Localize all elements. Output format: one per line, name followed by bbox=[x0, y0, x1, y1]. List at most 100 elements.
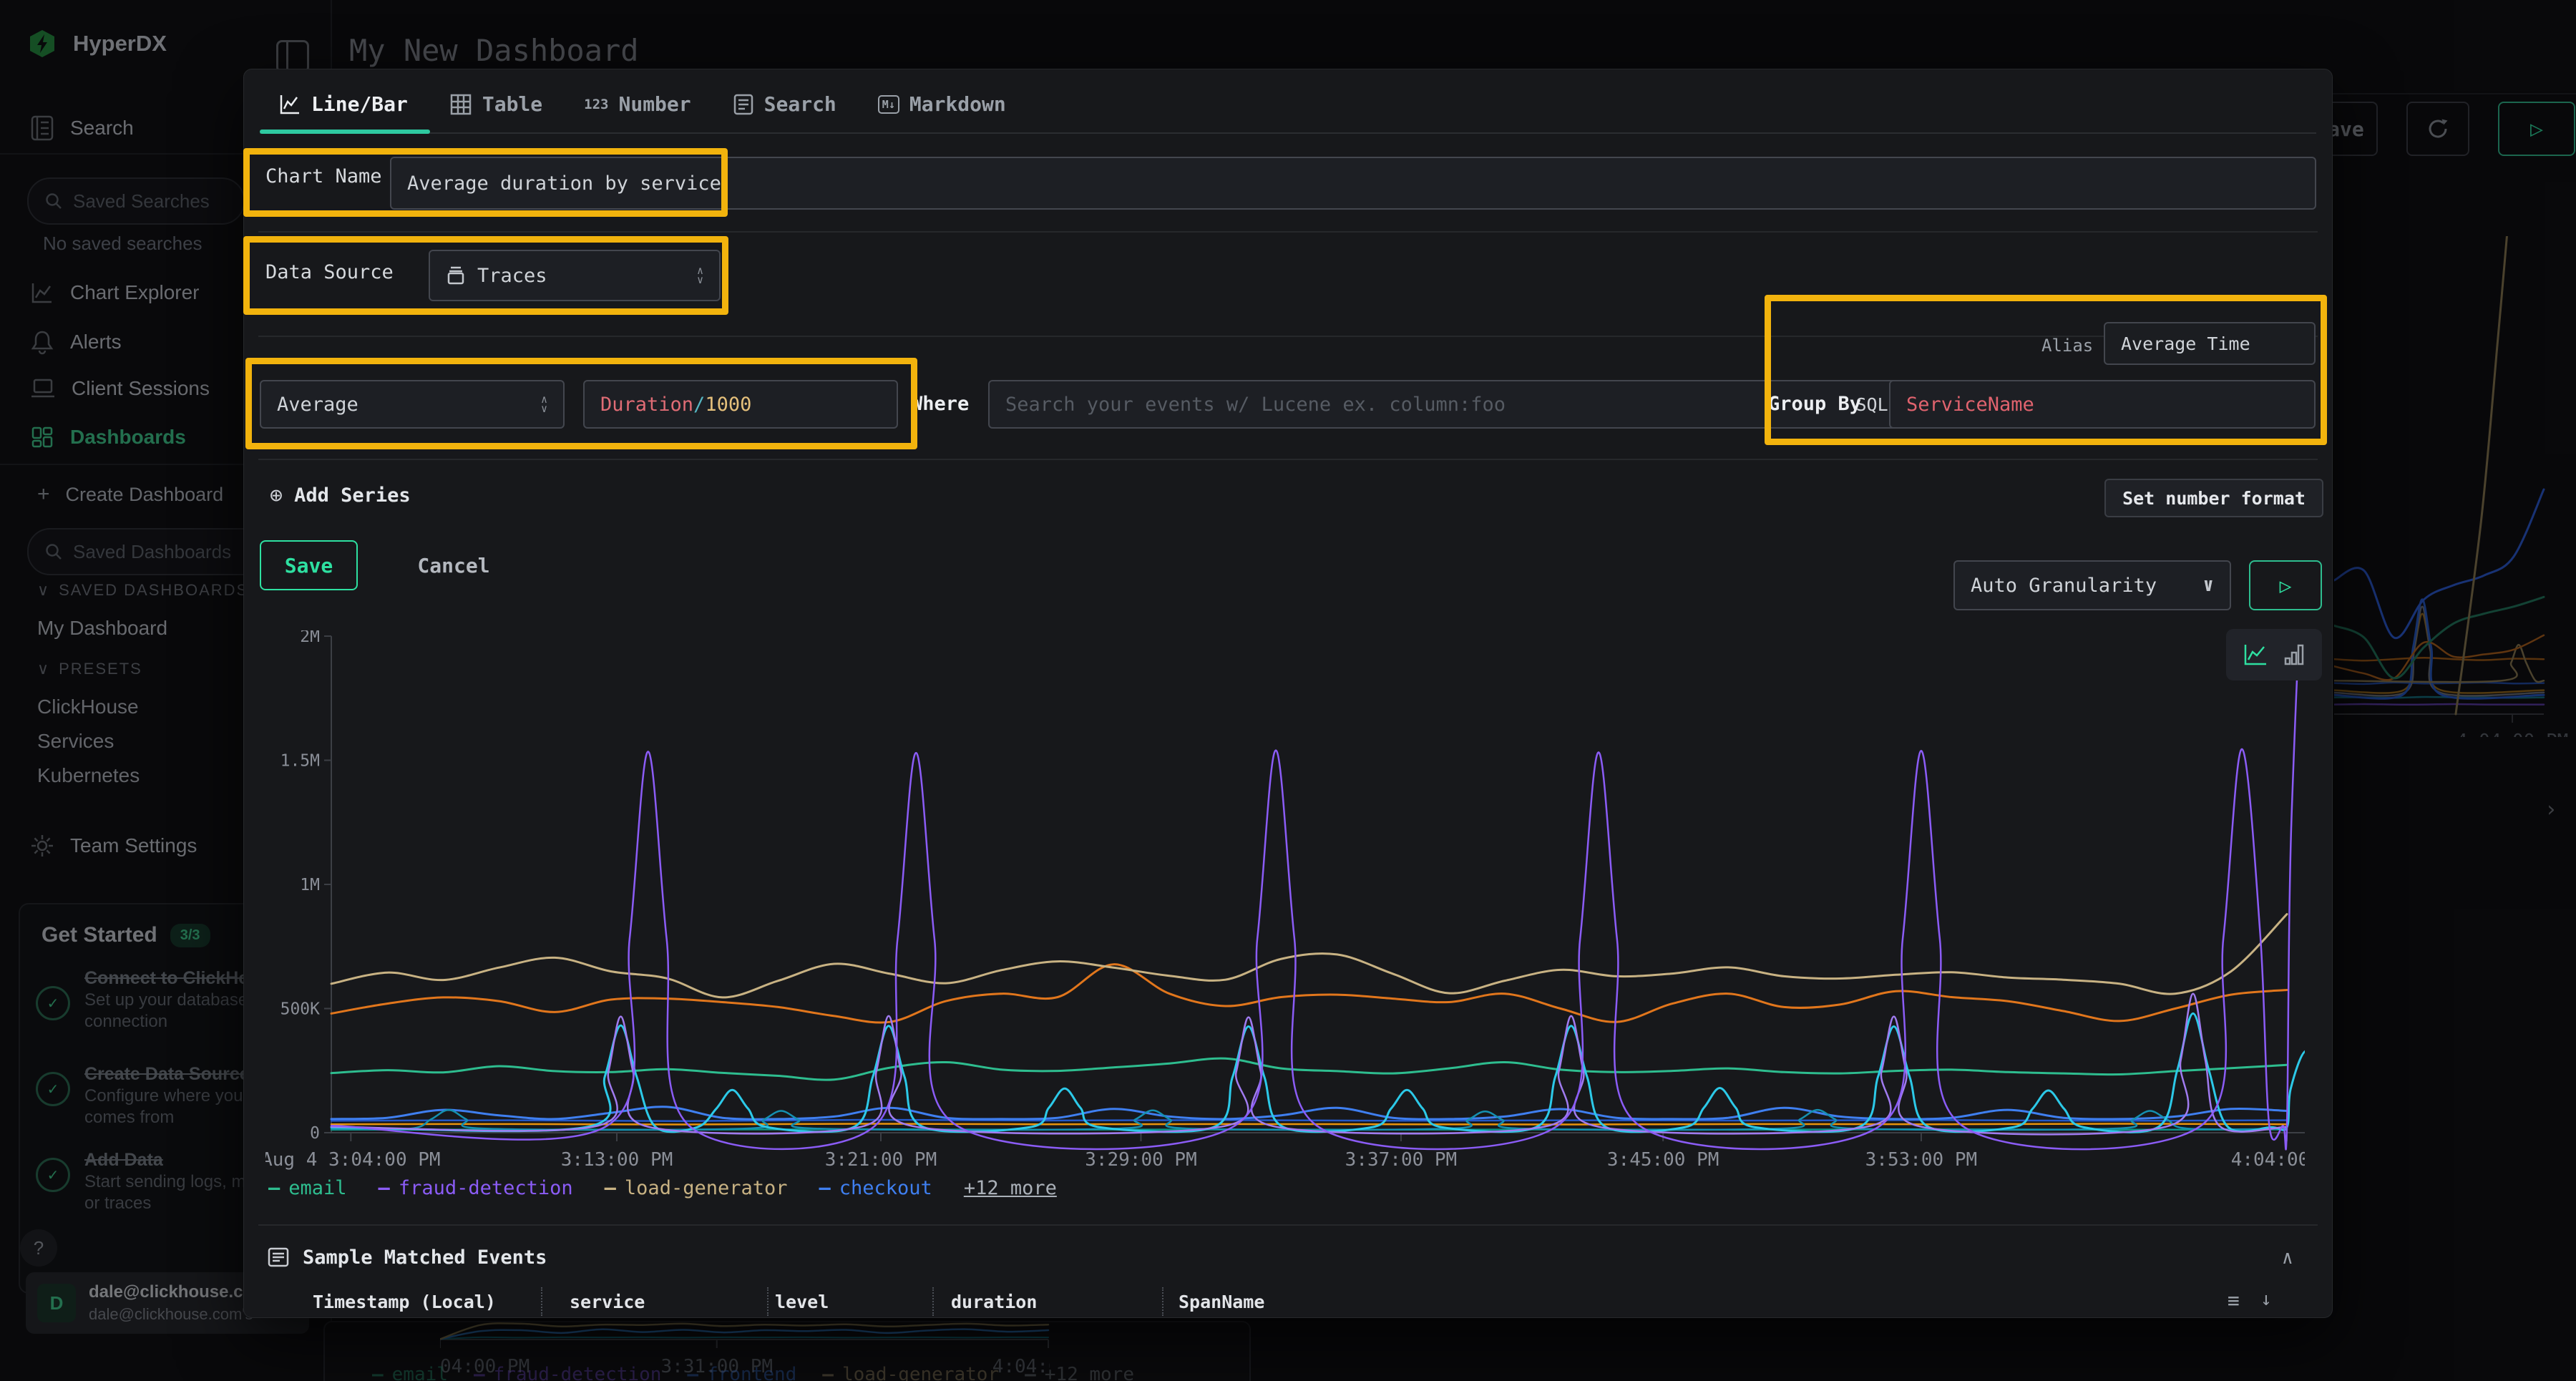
series-tan-steep bbox=[2456, 236, 2510, 714]
laptop-icon bbox=[30, 377, 56, 400]
sidebar-item-preset-kubernetes[interactable]: Kubernetes bbox=[37, 764, 140, 787]
legend-dash-icon: — bbox=[819, 1177, 831, 1199]
legend-item-checkout[interactable]: —checkout bbox=[819, 1177, 932, 1199]
saved-dashboards-section[interactable]: ∨ SAVED DASHBOARDS bbox=[37, 581, 248, 600]
tab-markdown[interactable]: M↓ Markdown bbox=[878, 92, 1006, 116]
y-tick-label: 1.5M bbox=[280, 752, 320, 771]
sidebar-item-client-sessions[interactable]: Client Sessions bbox=[30, 377, 210, 400]
alias-input[interactable]: Average Time bbox=[2104, 322, 2316, 365]
bg-legend-item: —+12 more bbox=[1025, 1364, 1134, 1381]
download-icon[interactable]: ↓ bbox=[2260, 1289, 2272, 1310]
play-icon: ▷ bbox=[2280, 574, 2292, 597]
aggregation-select[interactable]: Average ∧∨ bbox=[260, 380, 565, 429]
check-circle-icon: ✓ bbox=[36, 1072, 70, 1106]
sidebar-item-my-dashboard[interactable]: My Dashboard bbox=[37, 617, 167, 640]
column-header-timestamp[interactable]: Timestamp (Local) bbox=[313, 1292, 496, 1312]
gear-icon bbox=[30, 834, 54, 858]
row-divider bbox=[258, 1224, 2318, 1226]
x-tick-label: 3:29:00 PM bbox=[1085, 1149, 1197, 1171]
add-series-button[interactable]: ⊕ Add Series bbox=[270, 483, 411, 508]
get-started-badge: 3/3 bbox=[170, 924, 210, 947]
legend-item-load-generator[interactable]: —load-generator bbox=[605, 1177, 788, 1199]
list-icon bbox=[267, 1246, 290, 1269]
collapse-section-icon[interactable]: ∧ bbox=[2282, 1247, 2293, 1269]
brand-name: HyperDX bbox=[73, 31, 167, 57]
saved-dashboards-input[interactable]: Saved Dashboards bbox=[27, 528, 276, 575]
column-header-service[interactable]: service bbox=[570, 1292, 645, 1312]
series-other-amber-flat bbox=[331, 1124, 2287, 1125]
scroll-caret-icon[interactable]: › bbox=[2545, 797, 2557, 822]
legend-item-fraud-detection[interactable]: —fraud-detection bbox=[379, 1177, 573, 1199]
x-tick-label: 3:13:00 PM bbox=[561, 1149, 673, 1171]
tab-table[interactable]: Table bbox=[449, 92, 542, 116]
column-header-spanname[interactable]: SpanName bbox=[1179, 1292, 1264, 1312]
legend-dash-icon: — bbox=[379, 1177, 390, 1199]
brand[interactable]: HyperDX bbox=[27, 29, 167, 59]
tab-line-bar[interactable]: Line/Bar bbox=[278, 92, 408, 116]
x-tick-label: 3:53:00 PM bbox=[1865, 1149, 1978, 1171]
tab-bar: Line/Bar Table 123 Number Search M↓ Mark… bbox=[278, 92, 1006, 116]
x-tick-label: 3:21:00 PM bbox=[825, 1149, 937, 1171]
series-load-generator bbox=[331, 914, 2287, 997]
refresh-button[interactable] bbox=[2406, 102, 2469, 156]
check-circle-icon: ✓ bbox=[36, 986, 70, 1020]
presets-section[interactable]: ∨ PRESETS bbox=[37, 660, 142, 678]
where-label: Where bbox=[911, 393, 969, 415]
chart-editor-modal: Line/Bar Table 123 Number Search M↓ Mark… bbox=[243, 69, 2333, 1318]
granularity-select[interactable]: Auto Granularity ∨ bbox=[1953, 560, 2231, 610]
sidebar-item-dashboards[interactable]: Dashboards bbox=[30, 425, 186, 449]
bg-legend-item: —frontend bbox=[687, 1364, 796, 1381]
sidebar-item-team-settings[interactable]: Team Settings bbox=[30, 834, 197, 858]
create-dashboard-button[interactable]: + Create Dashboard bbox=[37, 482, 223, 507]
column-header-level[interactable]: level bbox=[775, 1292, 829, 1312]
column-separator bbox=[932, 1287, 934, 1316]
sidebar-item-alerts[interactable]: Alerts bbox=[30, 329, 122, 355]
set-number-format-button[interactable]: Set number format bbox=[2104, 479, 2323, 517]
help-button[interactable]: ? bbox=[20, 1229, 57, 1267]
filter-icon[interactable]: ≡ bbox=[2228, 1289, 2240, 1312]
legend-item-email[interactable]: —email bbox=[268, 1177, 347, 1199]
plus-icon: + bbox=[37, 482, 50, 507]
get-started-title: Get Started bbox=[42, 923, 157, 947]
main-chart[interactable]: 0500K1M1.5M2MAug 4 3:04:00 PM3:13:00 PM3… bbox=[265, 630, 2305, 1189]
tab-divider bbox=[260, 132, 2316, 134]
tab-search[interactable]: Search bbox=[733, 92, 836, 116]
select-chevrons-icon: ∧∨ bbox=[541, 395, 547, 414]
sidebar-item-preset-clickhouse[interactable]: ClickHouse bbox=[37, 696, 139, 718]
markdown-icon: M↓ bbox=[878, 95, 899, 114]
x-tick-label: 4:04:00 PM bbox=[2457, 731, 2569, 737]
sidebar-collapse-icon bbox=[286, 42, 288, 71]
group-by-label: Group By bbox=[1768, 393, 1861, 415]
column-header-duration[interactable]: duration bbox=[951, 1292, 1037, 1312]
play-icon: ▷ bbox=[2530, 117, 2543, 142]
active-tab-underline bbox=[260, 130, 430, 134]
row-divider bbox=[258, 459, 2318, 460]
saved-searches-placeholder: Saved Searches bbox=[73, 190, 210, 213]
dashboard-play-button[interactable]: ▷ bbox=[2498, 102, 2575, 156]
sidebar-item-preset-services[interactable]: Services bbox=[37, 730, 114, 753]
chart-type-toggle bbox=[2226, 629, 2322, 680]
save-button[interactable]: Save bbox=[260, 540, 358, 590]
events-table-header: Timestamp (Local) service level duration Spa… bbox=[244, 1286, 2332, 1317]
background-legend: —email—fraud-detection—frontend—load-gen… bbox=[372, 1364, 1134, 1381]
chart-name-input[interactable]: Average duration by service bbox=[390, 157, 2316, 210]
user-email: dale@clickhouse.c bbox=[89, 1282, 243, 1302]
bar-chart-toggle-icon[interactable] bbox=[2284, 643, 2306, 667]
data-source-select[interactable]: Traces ∧∨ bbox=[429, 250, 721, 301]
user-email-sub: dale@clickhouse.com's bbox=[89, 1305, 253, 1324]
line-chart-toggle-icon[interactable] bbox=[2243, 643, 2268, 667]
column-separator bbox=[1162, 1287, 1163, 1316]
select-chevrons-icon: ∧∨ bbox=[697, 266, 703, 285]
check-circle-icon: ✓ bbox=[36, 1158, 70, 1192]
row-divider bbox=[258, 336, 2318, 337]
saved-searches-input[interactable]: Saved Searches bbox=[27, 177, 245, 225]
sidebar-item-search[interactable]: Search bbox=[30, 114, 134, 142]
sidebar-item-chart-explorer[interactable]: Chart Explorer bbox=[30, 280, 200, 305]
tab-number[interactable]: 123 Number bbox=[584, 92, 691, 116]
legend-more-link[interactable]: +12 more bbox=[964, 1177, 1057, 1199]
expression-input[interactable]: Duration/1000 bbox=[583, 380, 898, 429]
group-by-input[interactable]: ServiceName bbox=[1889, 380, 2316, 429]
magnifier-icon bbox=[44, 542, 63, 561]
cancel-button[interactable]: Cancel bbox=[400, 540, 507, 590]
run-chart-play-button[interactable]: ▷ bbox=[2249, 560, 2322, 610]
